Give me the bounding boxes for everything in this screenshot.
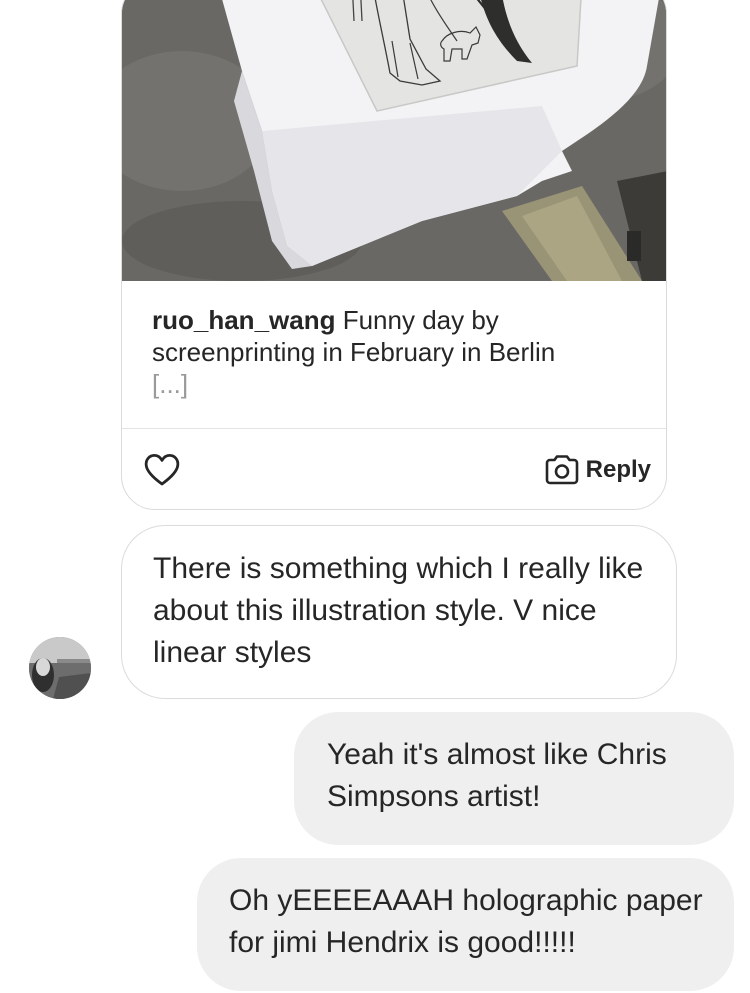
message-received[interactable]: There is something which I really like a… bbox=[121, 525, 677, 699]
avatar-image bbox=[29, 637, 91, 699]
caption-more-link[interactable]: [...] bbox=[152, 368, 642, 400]
message-text: Oh yEEEEAAAH holographic paper for jimi … bbox=[229, 884, 703, 959]
post-divider bbox=[122, 428, 666, 429]
post-caption: ruo_han_wang Funny day by screenprinting… bbox=[152, 304, 642, 400]
message-sent[interactable]: Oh yEEEEAAAH holographic paper for jimi … bbox=[197, 858, 734, 991]
post-photo-image bbox=[122, 0, 666, 281]
post-photo[interactable] bbox=[122, 0, 666, 281]
message-sent[interactable]: Yeah it's almost like Chris Simpsons art… bbox=[294, 712, 734, 845]
post-username[interactable]: ruo_han_wang bbox=[152, 305, 335, 335]
like-button[interactable] bbox=[144, 453, 180, 487]
reply-label: Reply bbox=[585, 456, 651, 483]
message-text: There is something which I really like a… bbox=[153, 552, 644, 669]
heart-outline-icon bbox=[144, 454, 180, 486]
shared-post-card[interactable]: ruo_han_wang Funny day by screenprinting… bbox=[121, 0, 667, 510]
reply-button[interactable]: Reply bbox=[544, 453, 651, 487]
message-text: Yeah it's almost like Chris Simpsons art… bbox=[327, 738, 667, 813]
sender-avatar[interactable] bbox=[29, 637, 91, 699]
camera-icon bbox=[545, 455, 578, 485]
